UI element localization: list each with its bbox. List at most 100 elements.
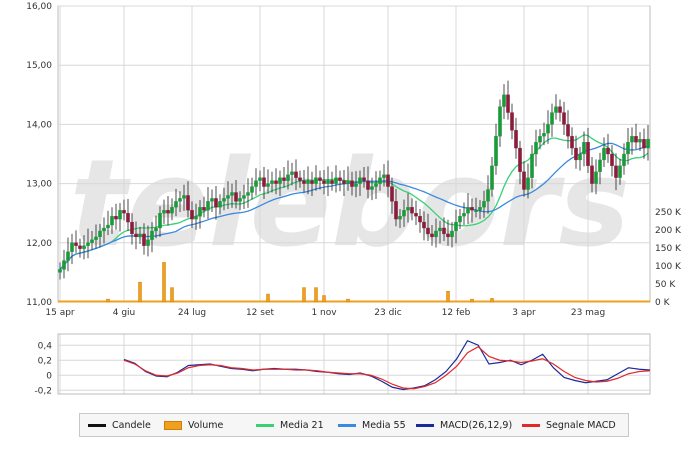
candle-body: [338, 177, 342, 181]
candle-body: [554, 106, 558, 113]
volume-tick-label: 100 K: [655, 262, 682, 272]
volume-bar: [346, 298, 350, 303]
macd-tick-label: 0: [46, 371, 52, 381]
candle-body: [366, 180, 370, 190]
candle-body: [430, 233, 434, 238]
candle-body: [246, 192, 250, 196]
candle-body: [250, 186, 254, 193]
candle-body: [62, 260, 66, 270]
legend-item: MACD(26,12,9): [416, 420, 522, 431]
candle-body: [226, 195, 230, 199]
volume-tick-label: 0 K: [655, 298, 671, 308]
date-tick-label: 23 mag: [571, 308, 605, 318]
candle-body: [410, 207, 414, 214]
candle-body: [322, 180, 326, 184]
candle-body: [314, 177, 318, 184]
candle-body: [574, 147, 578, 161]
candle-body: [150, 230, 154, 240]
candle-body: [58, 269, 62, 273]
volume-bar: [162, 262, 166, 303]
candle-body: [578, 153, 582, 161]
candle-body: [166, 210, 170, 214]
candle-body: [70, 242, 74, 252]
macd-grid: [57, 333, 651, 395]
candle-body: [442, 227, 446, 235]
candle-body: [182, 195, 186, 199]
candle-body: [122, 210, 126, 214]
date-tick-label: 23 dic: [374, 308, 402, 318]
candle-body: [278, 177, 282, 184]
volume-bar: [170, 287, 174, 303]
candle-body: [478, 207, 482, 211]
candle-body: [634, 136, 638, 143]
candle-body: [230, 192, 234, 196]
candle-body: [614, 165, 618, 178]
legend-item: Segnale MACD: [522, 420, 622, 431]
candle-body: [134, 233, 138, 238]
candle-body: [302, 180, 306, 184]
candle-body: [518, 147, 522, 172]
candle-body: [346, 180, 350, 184]
candle-body: [334, 177, 338, 184]
candle-body: [522, 171, 526, 190]
candle-body: [622, 153, 626, 166]
candle-body: [258, 177, 262, 181]
candle-body: [510, 112, 514, 131]
macd-tick-label: -0,2: [34, 386, 52, 396]
candle-body: [470, 207, 474, 211]
stock-chart: telebors 11,00 12,00 13,00 14,00 15,00 16,00 1…: [0, 0, 700, 451]
candle-body: [210, 198, 214, 202]
candle-body: [414, 213, 418, 217]
candle-body: [434, 230, 438, 238]
legend-swatch: [164, 420, 182, 430]
candle-body: [618, 165, 622, 178]
macd-lines: [123, 339, 651, 391]
candle-body: [454, 221, 458, 232]
candle-body: [538, 136, 542, 143]
candle-body: [382, 174, 386, 178]
candle-body: [282, 177, 286, 181]
date-tick-label: 12 feb: [442, 308, 471, 318]
candle-body: [498, 106, 502, 137]
legend-swatch: [338, 423, 356, 427]
volume-bar: [266, 293, 270, 303]
date-tick-label: 15 apr: [45, 308, 75, 318]
volume-bar: [446, 290, 450, 303]
candle-body: [146, 239, 150, 246]
candle-body: [438, 227, 442, 232]
candle-body: [638, 139, 642, 143]
macd-tick-label: 0,2: [38, 356, 52, 366]
candle-body: [490, 165, 494, 190]
macd-tick-label: 0,4: [38, 341, 53, 351]
candle-body: [186, 195, 190, 211]
candle-body: [270, 180, 274, 184]
candle-body: [350, 180, 354, 187]
legend-swatch: [416, 423, 434, 427]
candle-body: [566, 124, 570, 137]
candle-body: [526, 177, 530, 190]
candle-body: [562, 112, 566, 125]
candle-body: [234, 192, 238, 202]
candle-body: [582, 142, 586, 155]
candle-body: [542, 133, 546, 137]
candle-body: [238, 198, 242, 202]
candle-body: [286, 174, 290, 181]
candle-body: [154, 227, 158, 232]
candle-body: [482, 201, 486, 208]
candle-body: [198, 207, 202, 217]
legend-label: Candele: [112, 419, 151, 431]
candle-body: [294, 171, 298, 178]
candle-body: [506, 94, 510, 113]
candle-body: [194, 216, 198, 220]
candle-body: [106, 224, 110, 229]
candle-body: [174, 201, 178, 208]
candle-body: [590, 165, 594, 184]
legend-item: Volume: [164, 420, 256, 431]
volume-bar: [470, 298, 474, 303]
candle-body: [98, 230, 102, 238]
date-tick-label: 1 nov: [311, 308, 337, 318]
candle-body: [394, 201, 398, 220]
legend-label: Segnale MACD: [546, 419, 616, 431]
candle-body: [370, 186, 374, 190]
volume-bar: [302, 287, 306, 303]
